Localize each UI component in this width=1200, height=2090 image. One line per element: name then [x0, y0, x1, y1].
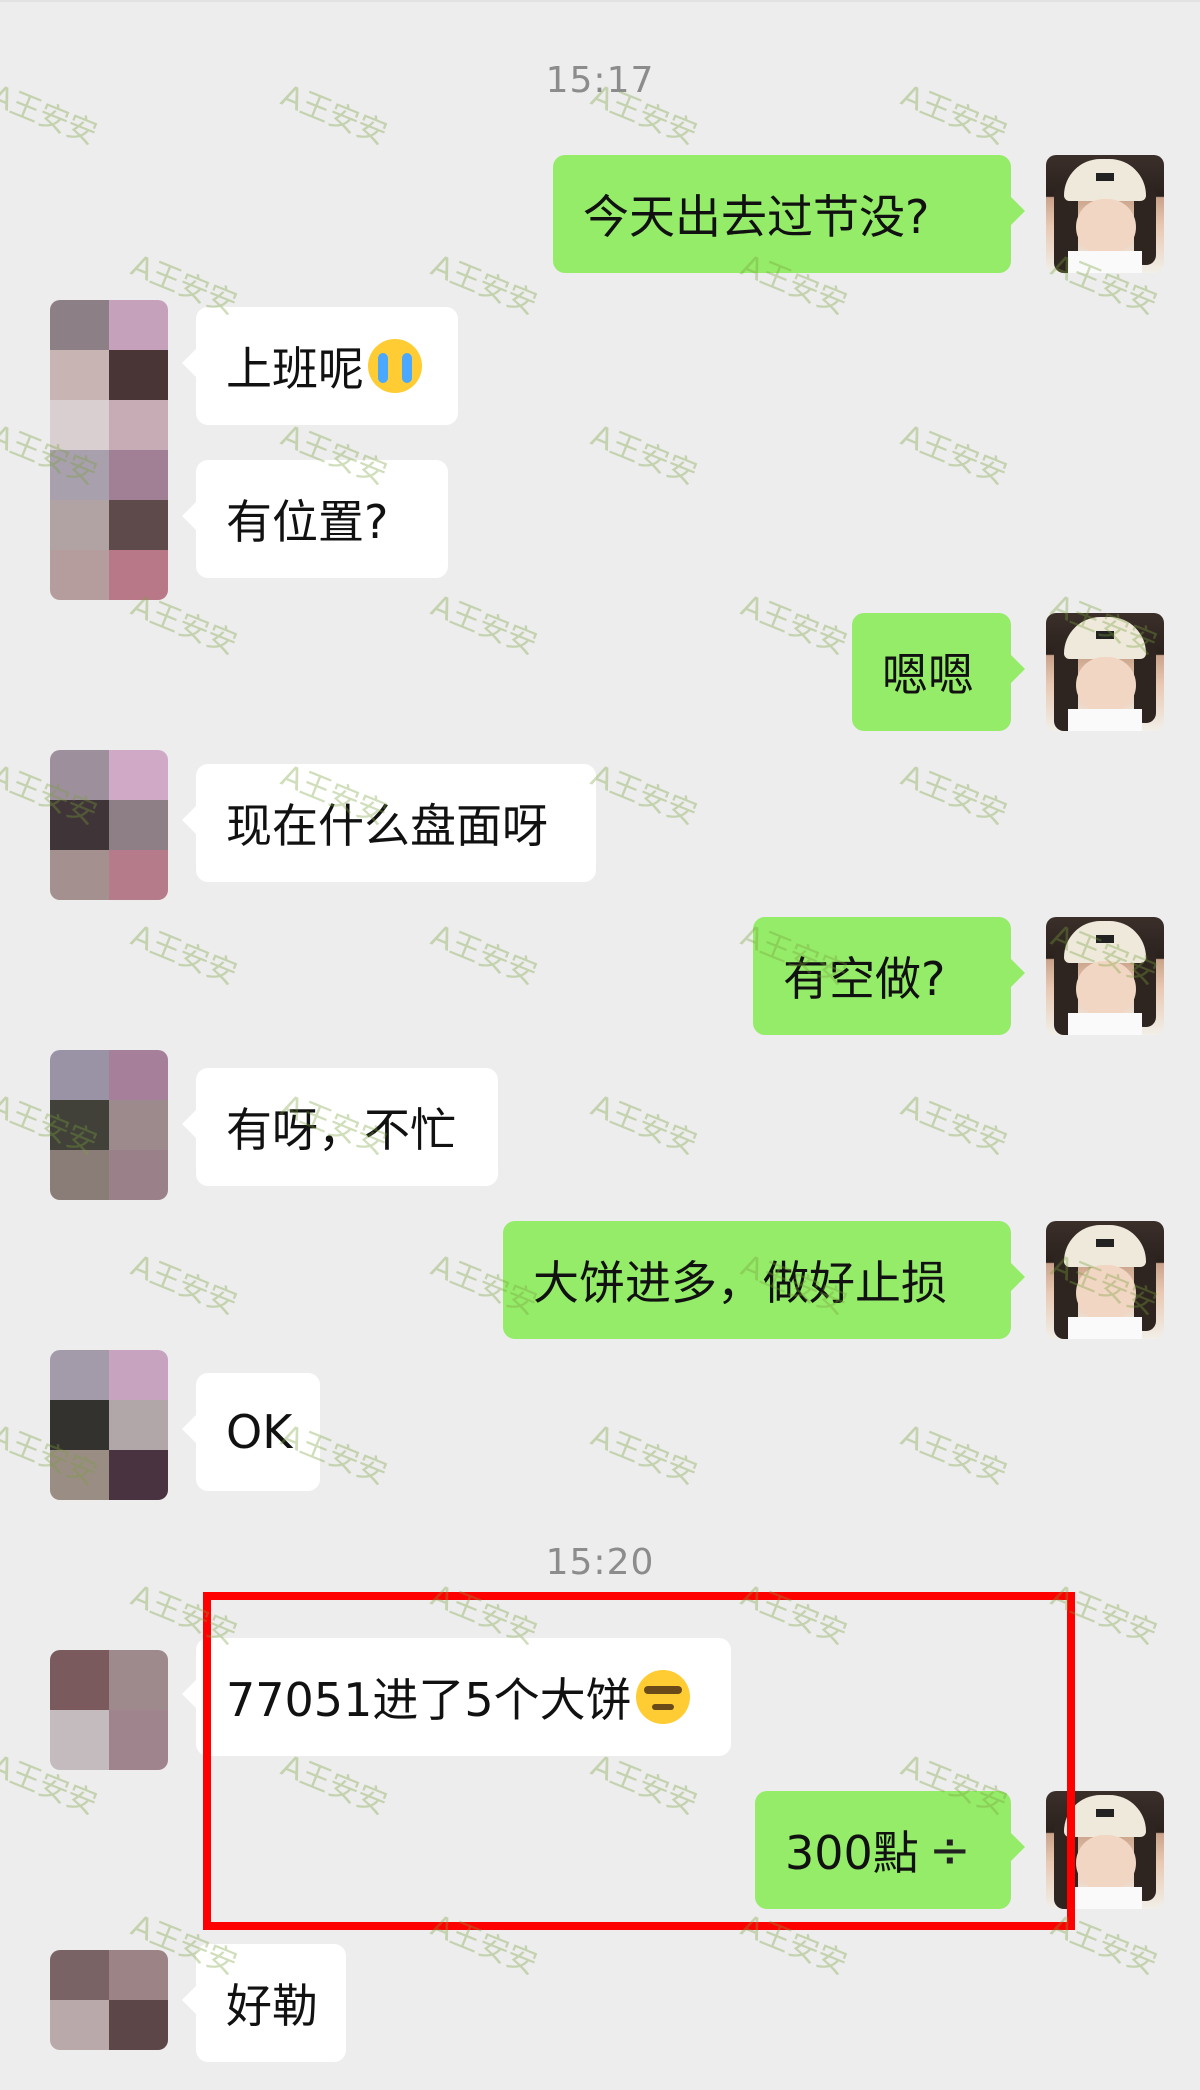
contact-avatar[interactable] [50, 750, 168, 900]
contact-avatar[interactable] [50, 1350, 168, 1500]
watermark: A王安安 [126, 1248, 242, 1323]
watermark: A王安安 [426, 918, 542, 993]
message-text: OK [226, 1405, 293, 1459]
watermark: A王安安 [126, 918, 242, 993]
received-message[interactable]: 上班呢 [182, 307, 458, 425]
my-avatar[interactable] [1046, 613, 1164, 731]
watermark: A王安安 [586, 758, 702, 833]
watermark: A王安安 [586, 1418, 702, 1493]
received-message[interactable]: 好勒 [182, 1944, 346, 2062]
timestamp: 15:20 [545, 1542, 655, 1583]
message-text: 今天出去过节没? [583, 190, 930, 244]
watermark: A王安安 [586, 1088, 702, 1163]
contact-avatar[interactable] [50, 1950, 168, 2050]
contact-avatar[interactable] [50, 1050, 168, 1200]
contact-avatar[interactable] [50, 1650, 168, 1770]
message-text: 有位置? [226, 495, 389, 549]
timestamp: 15:17 [545, 60, 655, 101]
my-avatar[interactable] [1046, 155, 1164, 273]
message-text: 有空做? [783, 952, 946, 1006]
watermark: A王安安 [896, 418, 1012, 493]
message-text: 有呀，不忙 [226, 1103, 456, 1157]
message-text: 大饼进多，做好止损 [533, 1256, 947, 1310]
sent-message[interactable]: 有空做? [753, 917, 1025, 1035]
top-divider [0, 0, 1200, 2]
sent-message[interactable]: 今天出去过节没? [553, 155, 1025, 273]
watermark: A王安安 [896, 758, 1012, 833]
my-avatar[interactable] [1046, 1221, 1164, 1339]
highlight-box [203, 1592, 1075, 1930]
watermark: A王安安 [426, 588, 542, 663]
message-text: 上班呢 [226, 342, 364, 396]
sent-message[interactable]: 大饼进多，做好止损 [503, 1221, 1025, 1339]
received-message[interactable]: OK [182, 1373, 320, 1491]
message-text: 嗯嗯 [882, 648, 974, 702]
message-text: 现在什么盘面呀 [226, 799, 548, 853]
received-message[interactable]: 现在什么盘面呀 [182, 764, 596, 882]
crying-face-emoji-icon [368, 339, 422, 393]
contact-avatar[interactable] [50, 300, 168, 600]
watermark: A王安安 [736, 588, 852, 663]
message-text: 好勒 [226, 1979, 318, 2033]
sent-message[interactable]: 嗯嗯 [852, 613, 1025, 731]
my-avatar[interactable] [1046, 917, 1164, 1035]
received-message[interactable]: 有呀，不忙 [182, 1068, 498, 1186]
watermark: A王安安 [896, 1418, 1012, 1493]
received-message[interactable]: 有位置? [182, 460, 448, 578]
watermark: A王安安 [896, 1088, 1012, 1163]
watermark: A王安安 [586, 418, 702, 493]
